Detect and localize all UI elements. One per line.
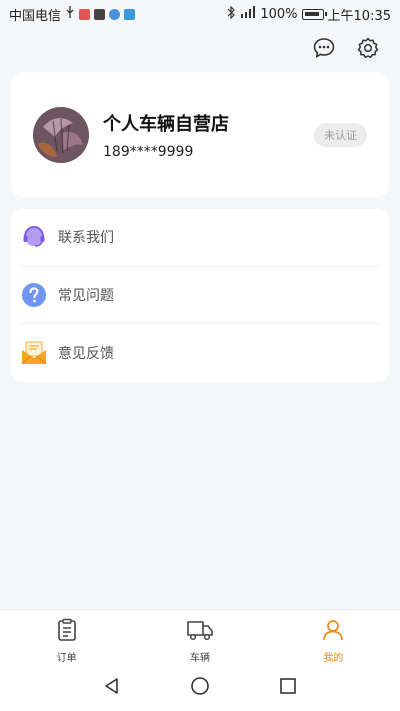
profile-phone: 189****9999 — [103, 143, 194, 160]
menu-label-contact-us: 联系我们 — [58, 230, 114, 247]
tab-orders[interactable]: 订单 — [0, 610, 133, 665]
signal-icon — [240, 6, 256, 22]
profile-card[interactable]: 个人车辆自营店 189****9999 未认证 — [11, 72, 389, 197]
back-icon[interactable] — [102, 676, 122, 700]
tab-label-mine: 我的 — [323, 653, 344, 664]
truck-icon — [186, 618, 214, 646]
app-notification-icon — [79, 8, 91, 20]
avatar[interactable] — [33, 106, 89, 163]
battery-icon — [301, 8, 327, 20]
tab-label-orders: 订单 — [56, 653, 77, 664]
menu-item-contact-us[interactable]: 联系我们 — [21, 209, 379, 267]
clock: 上午10:35 — [327, 8, 391, 24]
tab-label-vehicles: 车辆 — [189, 653, 210, 664]
top-actions — [312, 36, 380, 60]
carrier-label: 中国电信 — [9, 8, 62, 24]
bottom-tab-bar: 订单 车辆 我的 — [0, 609, 400, 665]
envelope-icon — [21, 340, 47, 366]
bluetooth-icon — [227, 5, 236, 23]
menu-label-faq: 常见问题 — [58, 287, 114, 304]
usb-icon — [65, 6, 75, 22]
tab-mine[interactable]: 我的 — [267, 610, 400, 665]
clipboard-icon — [55, 618, 79, 646]
profile-name: 个人车辆自营店 — [103, 113, 229, 135]
system-nav-bar — [0, 665, 400, 711]
status-bar-left: 中国电信 — [9, 5, 136, 24]
question-icon — [21, 282, 47, 308]
verification-status-badge[interactable]: 未认证 — [314, 122, 367, 147]
tab-vehicles[interactable]: 车辆 — [133, 610, 266, 665]
home-icon[interactable] — [190, 676, 210, 700]
status-bar-right: 100% 上午10:35 — [227, 5, 391, 24]
recent-apps-icon[interactable] — [278, 676, 298, 700]
menu-label-feedback: 意见反馈 — [58, 345, 114, 362]
menu-item-faq[interactable]: 常见问题 — [21, 267, 379, 325]
settings-gear-icon[interactable] — [356, 36, 380, 60]
status-bar: 中国电信 100% 上午10:35 — [0, 0, 400, 28]
message-notification-icon — [124, 8, 136, 20]
menu-item-feedback[interactable]: 意见反馈 — [21, 324, 379, 382]
profile-info: 个人车辆自营店 189****9999 — [103, 110, 314, 160]
headset-icon — [21, 224, 47, 250]
battery-percent: 100% — [260, 6, 298, 22]
mail-notification-icon — [94, 8, 106, 20]
menu-card: 联系我们 常见问题 意见反馈 — [11, 209, 389, 382]
user-icon — [321, 618, 345, 646]
browser-notification-icon — [109, 8, 121, 20]
message-icon[interactable] — [312, 36, 336, 60]
